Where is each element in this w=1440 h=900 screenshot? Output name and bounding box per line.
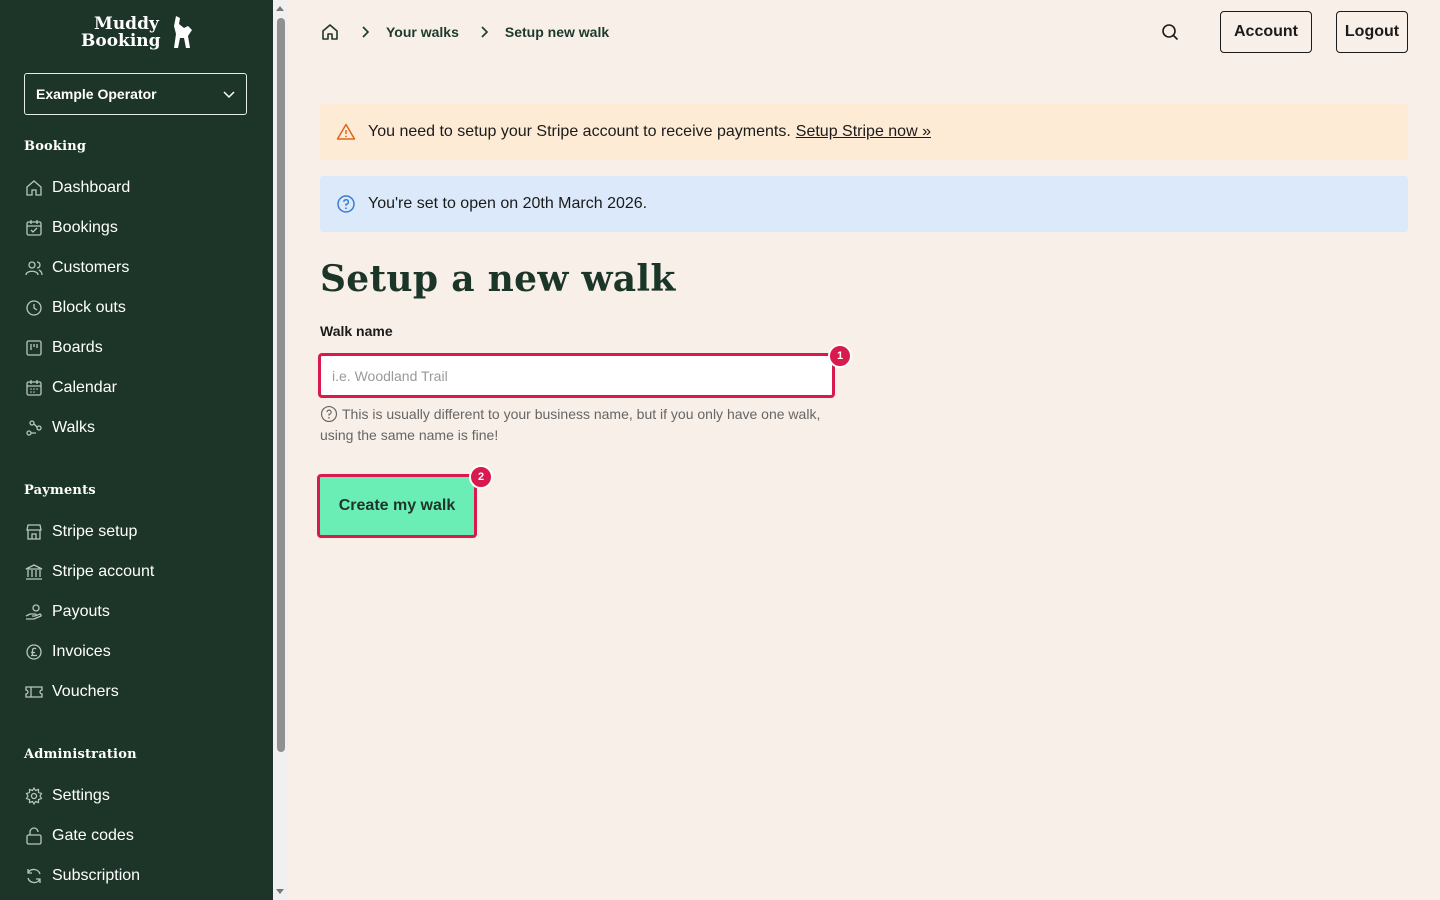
- sidebar-item-walks[interactable]: Walks: [24, 416, 254, 440]
- refresh-icon: [24, 866, 44, 886]
- walk-name-label: Walk name: [320, 323, 393, 339]
- step-badge-1: 1: [828, 344, 852, 368]
- sidebar-item-block-outs[interactable]: Block outs: [24, 296, 254, 320]
- route-icon: [24, 418, 44, 438]
- scrollbar-thumb[interactable]: [277, 18, 285, 752]
- sidebar-item-stripe-setup[interactable]: Stripe setup: [24, 520, 254, 544]
- search-icon[interactable]: [1160, 22, 1180, 42]
- sidebar-section-administration: Administration: [24, 747, 137, 762]
- breadcrumb: Your walks Setup new walk: [320, 20, 609, 44]
- lock-icon: [24, 826, 44, 846]
- sidebar-item-bookings[interactable]: Bookings: [24, 216, 254, 240]
- sidebar-section-booking: Booking: [24, 139, 87, 154]
- chevron-right-icon: [362, 26, 370, 38]
- sidebar-item-boards[interactable]: Boards: [24, 336, 254, 360]
- calendar-icon: [24, 378, 44, 398]
- sidebar-item-stripe-account[interactable]: Stripe account: [24, 560, 254, 584]
- calendar-check-icon: [24, 218, 44, 238]
- hint-text: This is usually different to your busine…: [320, 406, 821, 443]
- home-icon: [24, 178, 44, 198]
- board-icon: [24, 338, 44, 358]
- info-text: You're set to open on 20th March 2026.: [368, 195, 648, 212]
- pound-icon: [24, 642, 44, 662]
- gear-icon: [24, 786, 44, 806]
- sidebar: Muddy Booking Example Operator Booking D…: [0, 0, 273, 900]
- opening-date-alert: You're set to open on 20th March 2026.: [320, 176, 1408, 232]
- sidebar-scrollbar[interactable]: [273, 0, 288, 900]
- create-walk-button[interactable]: Create my walk: [317, 474, 477, 538]
- sidebar-item-customers[interactable]: Customers: [24, 256, 254, 280]
- warning-icon: [336, 123, 356, 140]
- chevron-right-icon: [481, 26, 489, 38]
- question-circle-icon: [337, 195, 355, 213]
- help-icon: [320, 405, 338, 423]
- sidebar-item-dashboard[interactable]: Dashboard: [24, 176, 254, 200]
- walk-name-input[interactable]: [318, 353, 835, 398]
- clock-icon: [24, 298, 44, 318]
- scroll-up-arrow[interactable]: [276, 6, 284, 11]
- operator-select[interactable]: Example Operator: [24, 73, 247, 115]
- operator-select-value: Example Operator: [36, 86, 157, 102]
- breadcrumb-current: Setup new walk: [504, 24, 610, 40]
- sidebar-item-settings[interactable]: Settings: [24, 784, 254, 808]
- step-badge-2: 2: [469, 465, 493, 489]
- muddy-booking-logo[interactable]: Muddy Booking: [80, 14, 195, 54]
- dog-logo-icon: [174, 16, 192, 48]
- store-icon: [24, 522, 44, 542]
- chevron-down-icon: [223, 91, 235, 99]
- payout-icon: [24, 602, 44, 622]
- ticket-icon: [24, 682, 44, 702]
- sidebar-item-invoices[interactable]: Invoices: [24, 640, 254, 664]
- sidebar-item-gate-codes[interactable]: Gate codes: [24, 824, 254, 848]
- setup-stripe-link[interactable]: Setup Stripe now »: [796, 123, 931, 141]
- sidebar-item-payouts[interactable]: Payouts: [24, 600, 254, 624]
- stripe-warning-alert: You need to setup your Stripe account to…: [320, 104, 1408, 160]
- logout-button[interactable]: Logout: [1336, 11, 1408, 53]
- walk-name-hint: This is usually different to your busine…: [320, 404, 840, 446]
- breadcrumb-your-walks[interactable]: Your walks: [386, 24, 459, 40]
- warning-text: You need to setup your Stripe account to…: [368, 123, 791, 140]
- sidebar-item-vouchers[interactable]: Vouchers: [24, 680, 254, 704]
- bank-icon: [24, 562, 44, 582]
- home-icon[interactable]: [320, 22, 340, 42]
- page-title: Setup a new walk: [320, 258, 676, 300]
- sidebar-item-calendar[interactable]: Calendar: [24, 376, 254, 400]
- users-icon: [24, 258, 44, 278]
- scroll-down-arrow[interactable]: [276, 889, 284, 894]
- account-button[interactable]: Account: [1220, 11, 1312, 53]
- sidebar-section-payments: Payments: [24, 483, 96, 498]
- sidebar-item-subscription[interactable]: Subscription: [24, 864, 254, 888]
